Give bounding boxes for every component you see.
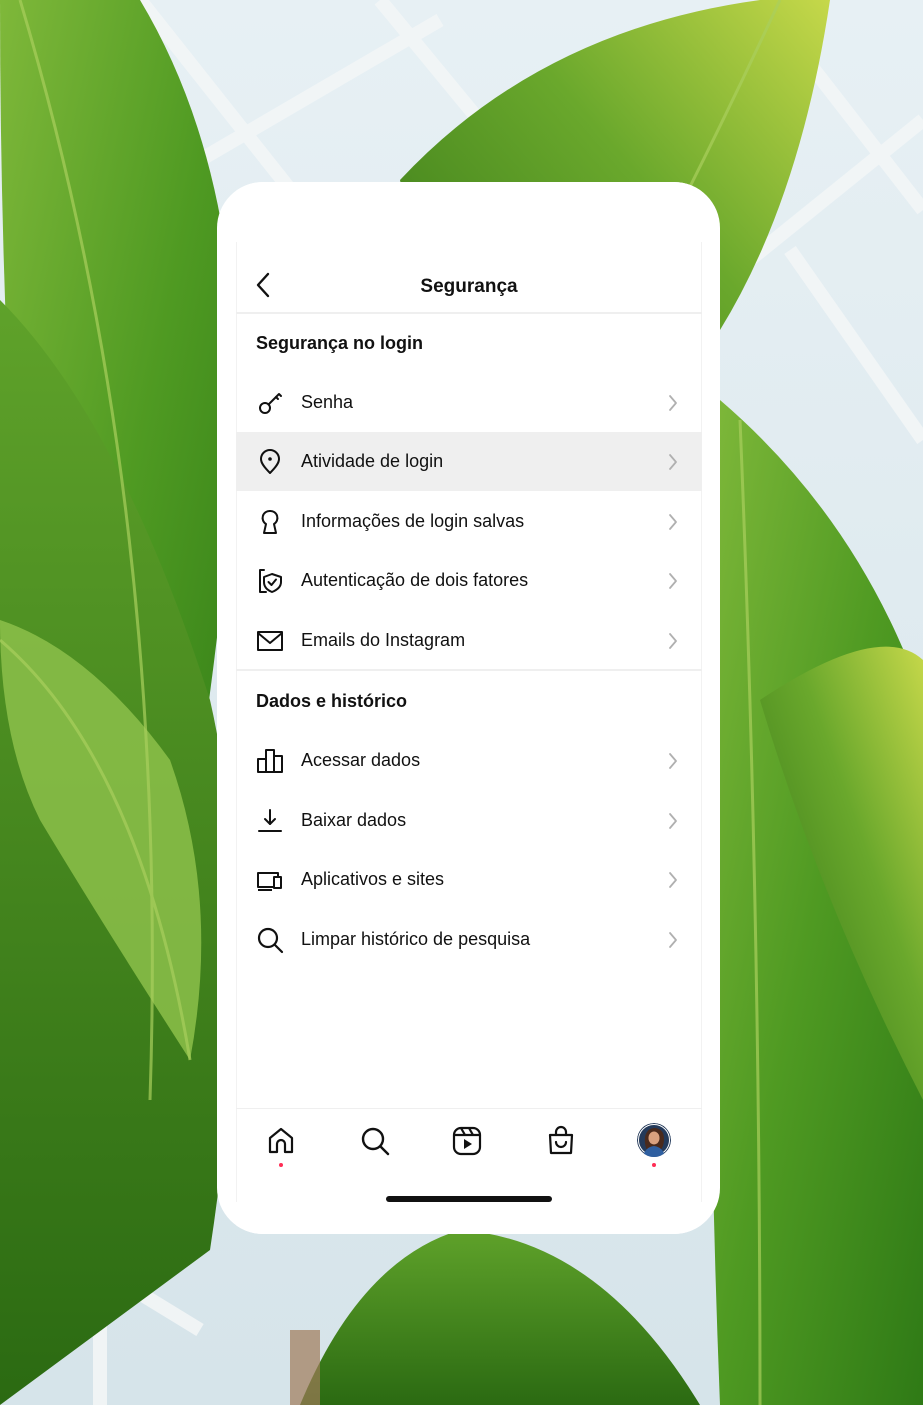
row-senha[interactable]: Senha [236,373,702,432]
row-label: Senha [301,392,354,412]
chevron-right-icon [668,812,678,830]
devices-icon [256,866,284,894]
chevron-right-icon [668,453,678,471]
tab-reels[interactable] [449,1123,485,1159]
shopping-bag-icon [543,1123,579,1159]
row-baixar-dados[interactable]: Baixar dados [236,791,702,850]
shield-check-icon [256,567,284,595]
chevron-right-icon [668,513,678,531]
phone-screen: Segurança Segurança no login Senha Ativi… [217,182,720,1234]
tab-search[interactable] [357,1123,393,1159]
row-aplicativos-e-sites[interactable]: Aplicativos e sites [236,850,702,909]
header-divider [236,312,702,314]
row-label: Atividade de login [301,451,444,471]
tab-home[interactable] [263,1123,299,1167]
row-informacoes-de-login-salvas[interactable]: Informações de login salvas [236,492,702,551]
row-label: Informações de login salvas [301,511,525,531]
row-limpar-historico-de-pesquisa[interactable]: Limpar histórico de pesquisa [236,910,702,969]
profile-notification-dot [652,1163,656,1167]
chevron-right-icon [668,871,678,889]
tab-profile[interactable] [637,1123,671,1157]
home-indicator [386,1196,552,1202]
section-divider [236,669,702,671]
row-label: Limpar histórico de pesquisa [301,929,531,949]
home-icon [263,1123,299,1159]
row-label: Autenticação de dois fatores [301,570,529,590]
page-title: Segurança [420,276,518,297]
location-pin-icon [256,448,284,476]
section-title-login-security: Segurança no login [256,333,424,353]
bottom-tab-bar [236,1108,702,1199]
chevron-right-icon [668,931,678,949]
mail-icon [256,627,284,655]
search-icon [256,926,284,954]
chevron-right-icon [668,752,678,770]
avatar-icon [637,1123,671,1157]
chevron-right-icon [668,632,678,650]
chevron-right-icon [668,572,678,590]
chevron-right-icon [668,394,678,412]
row-label: Aplicativos e sites [301,869,445,889]
row-label: Baixar dados [301,810,407,830]
notification-dot [279,1163,283,1167]
row-acessar-dados[interactable]: Acessar dados [236,731,702,790]
bar-chart-icon [256,747,284,775]
row-atividade-de-login[interactable]: Atividade de login [236,432,702,491]
row-label: Emails do Instagram [301,630,466,650]
key-icon [256,389,284,417]
row-label: Acessar dados [301,750,421,770]
header: Segurança [236,264,702,314]
section-title-data-history: Dados e histórico [256,691,408,711]
tab-shop[interactable] [543,1123,579,1159]
row-emails-do-instagram[interactable]: Emails do Instagram [236,611,702,670]
search-icon [357,1123,393,1159]
download-icon [256,807,284,835]
keyhole-icon [256,508,284,536]
reels-icon [449,1123,485,1159]
row-autenticacao-dois-fatores[interactable]: Autenticação de dois fatores [236,551,702,610]
